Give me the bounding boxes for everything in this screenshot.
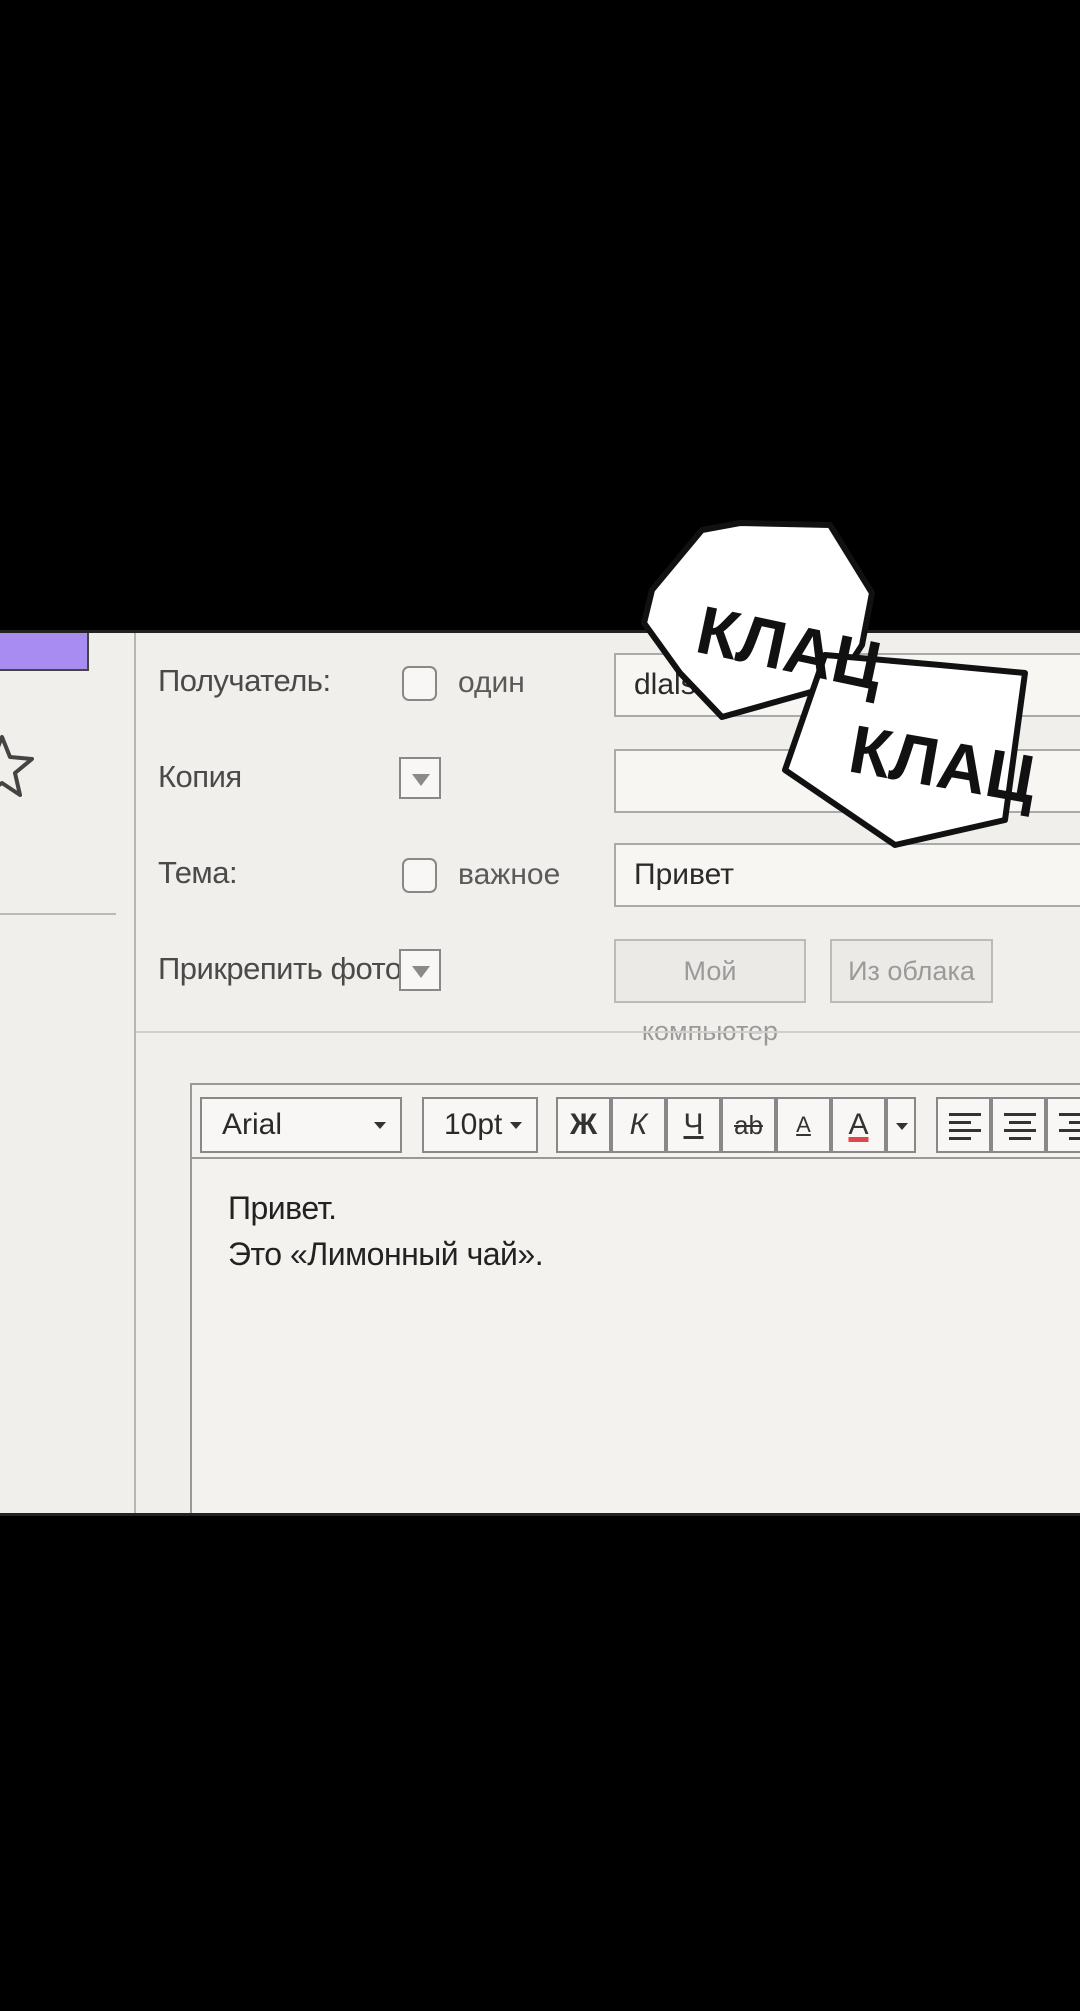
purple-tab[interactable] bbox=[0, 633, 89, 671]
align-left-button[interactable] bbox=[936, 1097, 991, 1153]
cc-label: Копия bbox=[158, 759, 242, 794]
italic-button[interactable]: К bbox=[611, 1097, 666, 1153]
attach-dropdown[interactable] bbox=[399, 949, 441, 991]
from-cloud-button[interactable]: Из облака bbox=[830, 939, 993, 1003]
sound-effect: КЛАЦ КЛАЦ bbox=[640, 515, 1080, 860]
cc-dropdown[interactable] bbox=[399, 757, 441, 799]
star-icon[interactable] bbox=[0, 733, 36, 802]
font-size-value: 10pt bbox=[444, 1108, 503, 1141]
message-editor[interactable]: Arial 10pt Ж К Ч ab A A Привет. Это «Лим… bbox=[190, 1083, 1080, 1513]
message-line: Это «Лимонный чай». bbox=[228, 1236, 544, 1272]
chevron-down-icon bbox=[510, 1122, 522, 1129]
align-center-button[interactable] bbox=[991, 1097, 1046, 1153]
format-toolbar: Arial 10pt Ж К Ч ab A A bbox=[192, 1085, 1080, 1159]
align-left-icon bbox=[949, 1113, 981, 1145]
strikethrough-button[interactable]: ab bbox=[721, 1097, 776, 1153]
align-right-icon bbox=[1059, 1113, 1080, 1145]
font-family-value: Arial bbox=[222, 1108, 283, 1141]
text-color-dropdown[interactable] bbox=[886, 1097, 916, 1153]
font-family-select[interactable]: Arial bbox=[200, 1097, 402, 1153]
chevron-down-icon bbox=[374, 1122, 386, 1129]
letter-spacing-button[interactable]: A bbox=[776, 1097, 831, 1153]
underline-button[interactable]: Ч bbox=[666, 1097, 721, 1153]
text-color-button[interactable]: A bbox=[831, 1097, 886, 1153]
subject-label: Тема: bbox=[158, 855, 238, 890]
attach-photo-label: Прикрепить фото bbox=[158, 951, 402, 986]
bold-button[interactable]: Ж bbox=[556, 1097, 611, 1153]
important-label: важное bbox=[458, 858, 561, 891]
section-divider bbox=[136, 1031, 1080, 1033]
my-computer-button[interactable]: Мой компьютер bbox=[614, 939, 806, 1046]
message-line: Привет. bbox=[228, 1190, 337, 1226]
recipient-single-checkbox[interactable] bbox=[402, 666, 437, 701]
align-center-icon bbox=[1004, 1113, 1036, 1145]
recipient-single-label: один bbox=[458, 666, 525, 699]
important-checkbox[interactable] bbox=[402, 858, 437, 893]
sidebar-separator bbox=[134, 633, 136, 1513]
font-size-select[interactable]: 10pt bbox=[422, 1097, 538, 1153]
recipient-label: Получатель: bbox=[158, 663, 331, 698]
align-right-button[interactable] bbox=[1046, 1097, 1080, 1153]
sidebar-divider bbox=[0, 913, 116, 915]
message-body[interactable]: Привет. Это «Лимонный чай». bbox=[228, 1185, 544, 1277]
